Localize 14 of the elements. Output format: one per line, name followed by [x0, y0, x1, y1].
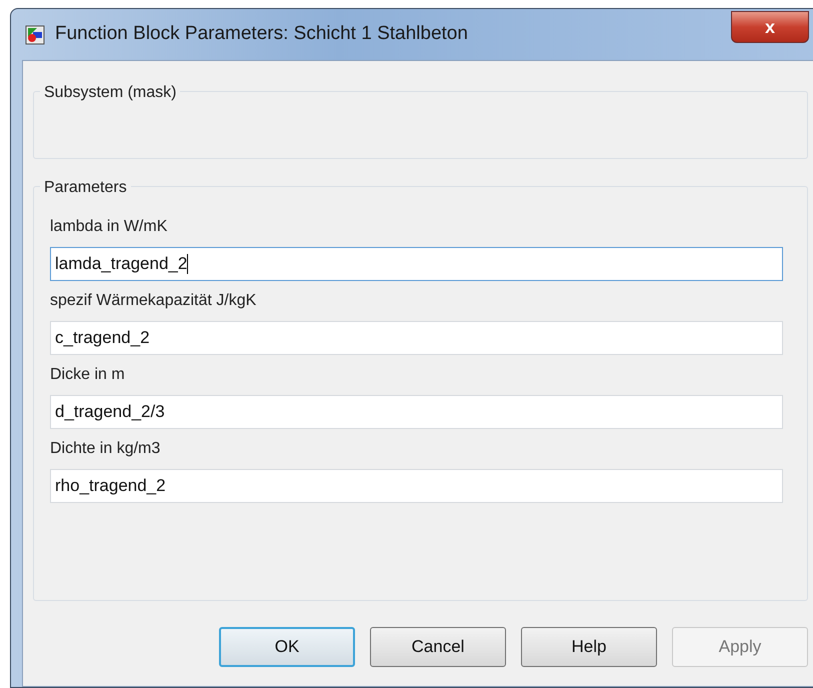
block-icon [25, 24, 45, 44]
dialog-button[interactable]: OK [219, 627, 355, 667]
field-label: Dicke in m [50, 365, 126, 385]
field-label: spezif Wärmekapazität J/kgK [50, 291, 258, 311]
field-label: lambda in W/mK [50, 217, 168, 237]
window-title: Function Block Parameters: Schicht 1 Stahlbeton [55, 22, 468, 46]
input-field[interactable]: c_tragend_2 [50, 321, 783, 355]
input-field[interactable]: d_tragend_2/3 [50, 395, 783, 429]
dialog-button[interactable]: Cancel [370, 627, 506, 667]
field-label: Dichte in kg/m3 [50, 439, 162, 459]
close-button[interactable]: x [731, 11, 809, 43]
input-field[interactable]: rho_tragend_2 [50, 469, 783, 503]
dialog-button[interactable]: Help [521, 627, 657, 667]
input-field[interactable]: lamda_tragend_2 [50, 247, 783, 281]
